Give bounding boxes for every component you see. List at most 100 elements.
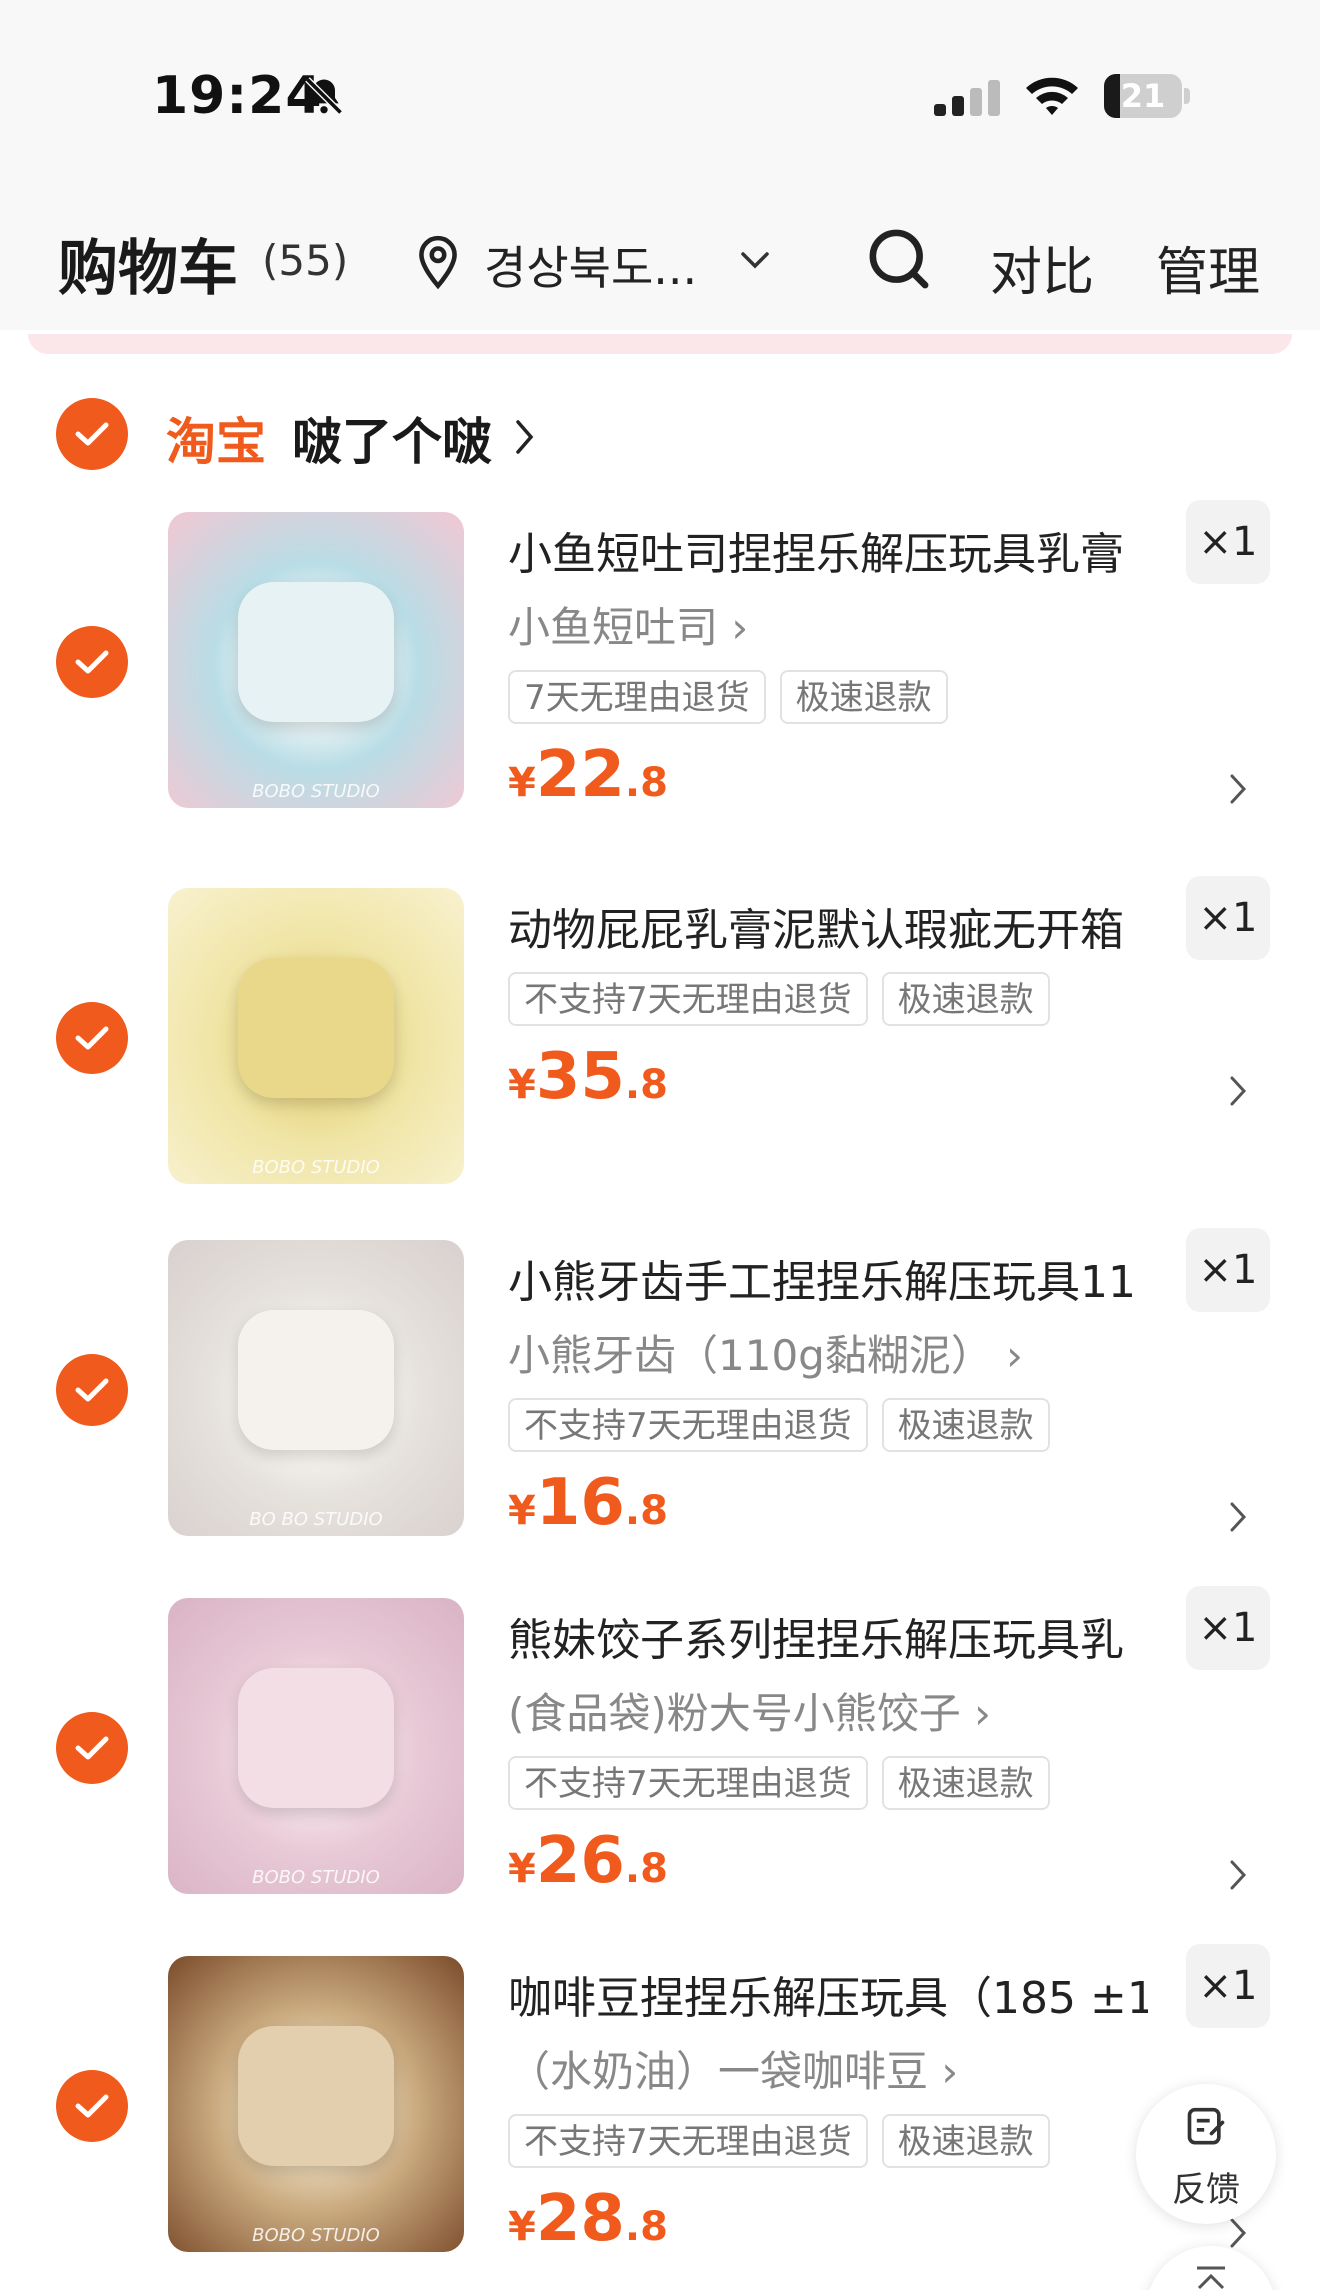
product-thumbnail[interactable]: BOBO STUDIO <box>168 512 464 808</box>
signal-icon <box>934 80 1000 116</box>
price-decimal: .8 <box>624 1488 668 1534</box>
page-title: 购物车 <box>58 234 238 304</box>
chevron-right-icon[interactable] <box>1228 772 1248 806</box>
chevron-right-icon[interactable] <box>514 418 536 456</box>
feedback-label: 反馈 <box>1172 2170 1240 2210</box>
product-variant[interactable]: （水奶油）一袋咖啡豆 › <box>508 2038 958 2099</box>
price-integer: 35 <box>535 1040 625 1114</box>
price-decimal: .8 <box>624 1062 668 1108</box>
product-title[interactable]: 咖啡豆捏捏乐解压玩具（185 ±1 <box>508 1962 1148 2026</box>
bell-off-icon <box>305 77 343 115</box>
manage-button[interactable]: 管理 <box>1156 230 1260 305</box>
service-tag: 不支持7天无理由退货 <box>508 1398 868 1452</box>
battery-level: 21 <box>1120 77 1166 115</box>
location-pin-icon[interactable] <box>412 234 464 292</box>
product-title[interactable]: 熊妹饺子系列捏捏乐解压玩具乳 <box>508 1604 1148 1668</box>
quantity-selector[interactable]: ×1 <box>1186 1586 1270 1670</box>
product-figure <box>238 1310 394 1450</box>
product-thumbnail[interactable]: BOBO STUDIO <box>168 1956 464 2252</box>
product-title[interactable]: 小熊牙齿手工捏捏乐解压玩具11 <box>508 1246 1148 1310</box>
header-divider <box>28 334 1292 354</box>
price-integer: 22 <box>535 738 625 812</box>
service-tags: 7天无理由退货 极速退款 <box>508 670 948 724</box>
item-price: ¥16.8 <box>508 1466 668 1540</box>
item-price: ¥35.8 <box>508 1040 668 1114</box>
price-integer: 28 <box>535 2182 625 2256</box>
cart-header: 购物车 (55) 경상북도... 对比 管理 <box>0 190 1320 330</box>
quantity-selector[interactable]: ×1 <box>1186 876 1270 960</box>
item-select-checkbox[interactable] <box>56 1002 128 1074</box>
service-tags: 不支持7天无理由退货 极速退款 <box>508 2114 1050 2168</box>
store-select-checkbox[interactable] <box>56 398 128 470</box>
watermark-text: BOBO STUDIO <box>252 2225 380 2246</box>
quantity-selector[interactable]: ×1 <box>1186 1944 1270 2028</box>
battery-icon: 21 <box>1104 74 1190 118</box>
compare-button[interactable]: 对比 <box>990 230 1094 305</box>
chevron-right-icon[interactable] <box>1228 2216 1248 2250</box>
product-figure <box>238 1668 394 1808</box>
service-tag: 不支持7天无理由退货 <box>508 1756 868 1810</box>
watermark-text: BOBO STUDIO <box>252 1867 380 1888</box>
search-icon[interactable] <box>866 226 932 292</box>
location-selector[interactable]: 경상북도... <box>484 232 697 298</box>
item-select-checkbox[interactable] <box>56 1354 128 1426</box>
cart-count: (55) <box>262 236 349 285</box>
quantity-selector[interactable]: ×1 <box>1186 500 1270 584</box>
product-thumbnail[interactable]: BOBO STUDIO <box>168 888 464 1184</box>
item-price: ¥26.8 <box>508 1824 668 1898</box>
service-tag: 不支持7天无理由退货 <box>508 972 868 1026</box>
check-icon <box>75 1736 109 1760</box>
item-price: ¥22.8 <box>508 738 668 812</box>
price-decimal: .8 <box>624 760 668 806</box>
product-figure <box>238 2026 394 2166</box>
check-icon <box>75 1378 109 1402</box>
item-select-checkbox[interactable] <box>56 1712 128 1784</box>
product-figure <box>238 958 394 1098</box>
item-select-checkbox[interactable] <box>56 626 128 698</box>
item-price: ¥28.8 <box>508 2182 668 2256</box>
chevron-down-icon[interactable] <box>738 248 772 272</box>
service-tags: 不支持7天无理由退货 极速退款 <box>508 1398 1050 1452</box>
chevron-right-icon[interactable] <box>1228 1500 1248 1534</box>
service-tags: 不支持7天无理由退货 极速退款 <box>508 1756 1050 1810</box>
price-currency: ¥ <box>508 1488 536 1534</box>
service-tag: 极速退款 <box>881 1756 1050 1810</box>
watermark-text: BOBO STUDIO <box>252 781 380 802</box>
service-tag: 极速退款 <box>881 1398 1050 1452</box>
arrow-up-icon <box>1197 2266 1225 2290</box>
check-icon <box>75 1026 109 1050</box>
product-variant[interactable]: (食品袋)粉大号小熊饺子 › <box>508 1680 991 1741</box>
price-currency: ¥ <box>508 1062 536 1108</box>
feedback-icon <box>1187 2107 1225 2145</box>
service-tags: 不支持7天无理由退货 极速退款 <box>508 972 1050 1026</box>
watermark-text: BO BO STUDIO <box>249 1509 383 1530</box>
chevron-right-icon[interactable] <box>1228 1074 1248 1108</box>
price-integer: 16 <box>535 1466 625 1540</box>
product-variant[interactable]: 小鱼短吐司 › <box>508 594 748 655</box>
product-title[interactable]: 小鱼短吐司捏捏乐解压玩具乳膏 <box>508 518 1148 582</box>
service-tag: 极速退款 <box>779 670 948 724</box>
back-to-top-button[interactable] <box>1146 2246 1276 2290</box>
check-icon <box>75 422 109 446</box>
feedback-button[interactable]: 反馈 <box>1136 2084 1276 2224</box>
product-title[interactable]: 动物屁屁乳膏泥默认瑕疵无开箱 <box>508 894 1148 958</box>
service-tag: 极速退款 <box>881 972 1050 1026</box>
price-decimal: .8 <box>624 2204 668 2250</box>
service-tag: 7天无理由退货 <box>508 670 766 724</box>
quantity-selector[interactable]: ×1 <box>1186 1228 1270 1312</box>
chevron-right-icon[interactable] <box>1228 1858 1248 1892</box>
price-currency: ¥ <box>508 760 536 806</box>
price-currency: ¥ <box>508 2204 536 2250</box>
store-name[interactable]: 啵了个啵 <box>292 402 492 474</box>
price-currency: ¥ <box>508 1846 536 1892</box>
product-thumbnail[interactable]: BOBO STUDIO <box>168 1598 464 1894</box>
status-bar: 19:24 21 <box>0 0 1320 190</box>
status-time: 19:24 <box>152 66 323 126</box>
price-integer: 26 <box>535 1824 625 1898</box>
product-variant[interactable]: 小熊牙齿（110g黏糊泥） › <box>508 1322 1023 1383</box>
product-thumbnail[interactable]: BO BO STUDIO <box>168 1240 464 1536</box>
price-decimal: .8 <box>624 1846 668 1892</box>
item-select-checkbox[interactable] <box>56 2070 128 2142</box>
watermark-text: BOBO STUDIO <box>252 1157 380 1178</box>
check-icon <box>75 2094 109 2118</box>
